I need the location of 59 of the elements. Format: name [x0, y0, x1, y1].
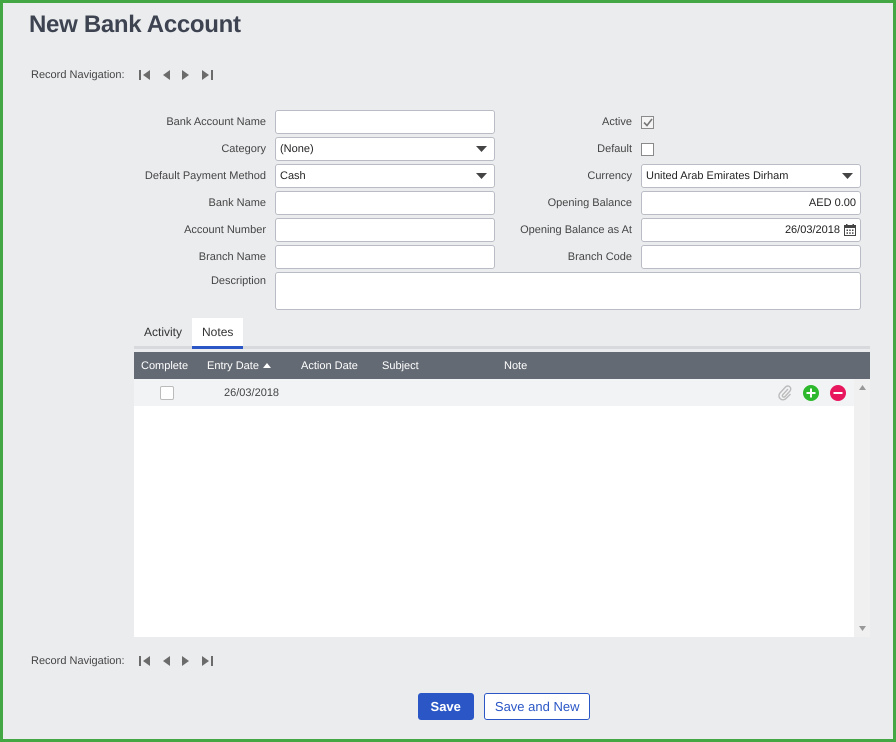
dropdown-caret-icon [842, 173, 853, 179]
last-record-icon[interactable] [200, 69, 213, 81]
calendar-icon[interactable] [844, 224, 856, 236]
first-record-icon[interactable] [138, 655, 152, 667]
field-label: Bank Name [208, 197, 266, 209]
add-icon[interactable] [803, 384, 819, 400]
dropdown-caret-icon [476, 146, 487, 152]
date-field[interactable]: 26/03/2018 [641, 218, 861, 242]
next-record-icon[interactable] [180, 655, 190, 667]
scrollbar[interactable] [854, 379, 870, 637]
table-cell-text: 26/03/2018 [223, 386, 280, 398]
paperclip-icon[interactable] [778, 384, 792, 400]
scroll-up-icon[interactable] [858, 385, 866, 390]
record-navigation-label: Record Navigation: [31, 69, 125, 81]
checkbox[interactable] [641, 116, 654, 128]
column-header[interactable]: Complete [134, 360, 200, 372]
input-field[interactable] [275, 110, 495, 134]
column-header[interactable]: Action Date [294, 360, 375, 372]
save-button[interactable]: Save [418, 693, 474, 720]
first-record-icon[interactable] [138, 69, 152, 81]
save-and-new-button[interactable]: Save and New [484, 693, 590, 720]
column-header[interactable]: Note [497, 360, 528, 372]
description-field[interactable] [275, 272, 861, 310]
field-label: Account Number [183, 224, 266, 236]
checkbox[interactable] [160, 386, 174, 400]
record-navigation-label: Record Navigation: [31, 655, 125, 667]
field-label: Description [210, 274, 266, 287]
field-label: Opening Balance [546, 197, 632, 209]
dropdown[interactable]: United Arab Emirates Dirham [641, 164, 861, 188]
input-field[interactable] [275, 245, 495, 269]
field-label: Opening Balance as At [519, 224, 632, 236]
scroll-down-icon[interactable] [858, 626, 866, 631]
column-header[interactable]: Entry Date [200, 360, 294, 372]
field-label: Default Payment Method [144, 170, 266, 182]
dropdown-caret-icon [476, 173, 487, 179]
remove-icon[interactable] [830, 384, 846, 400]
page-title: New Bank Account [28, 10, 242, 40]
previous-record-icon[interactable] [162, 69, 171, 81]
input-field[interactable]: AED 0.00 [641, 191, 861, 215]
input-field[interactable] [275, 191, 495, 215]
tab[interactable]: Activity [134, 318, 192, 346]
field-label: Branch Name [198, 251, 266, 263]
field-label: Default [596, 143, 632, 155]
dropdown[interactable]: (None) [275, 137, 495, 161]
field-label: Bank Account Name [165, 116, 266, 128]
checkbox[interactable] [641, 142, 654, 156]
tab[interactable]: Notes [192, 318, 244, 349]
field-label: Currency [586, 170, 632, 182]
previous-record-icon[interactable] [162, 655, 171, 667]
next-record-icon[interactable] [180, 69, 190, 81]
sort-ascending-icon [262, 363, 271, 368]
last-record-icon[interactable] [200, 655, 213, 667]
dropdown[interactable]: Cash [275, 164, 495, 188]
input-field[interactable] [275, 218, 495, 242]
input-field[interactable] [641, 245, 861, 269]
column-header[interactable]: Subject [375, 360, 497, 372]
field-label: Active [601, 116, 632, 128]
field-label: Category [220, 143, 266, 155]
field-label: Branch Code [566, 251, 632, 263]
